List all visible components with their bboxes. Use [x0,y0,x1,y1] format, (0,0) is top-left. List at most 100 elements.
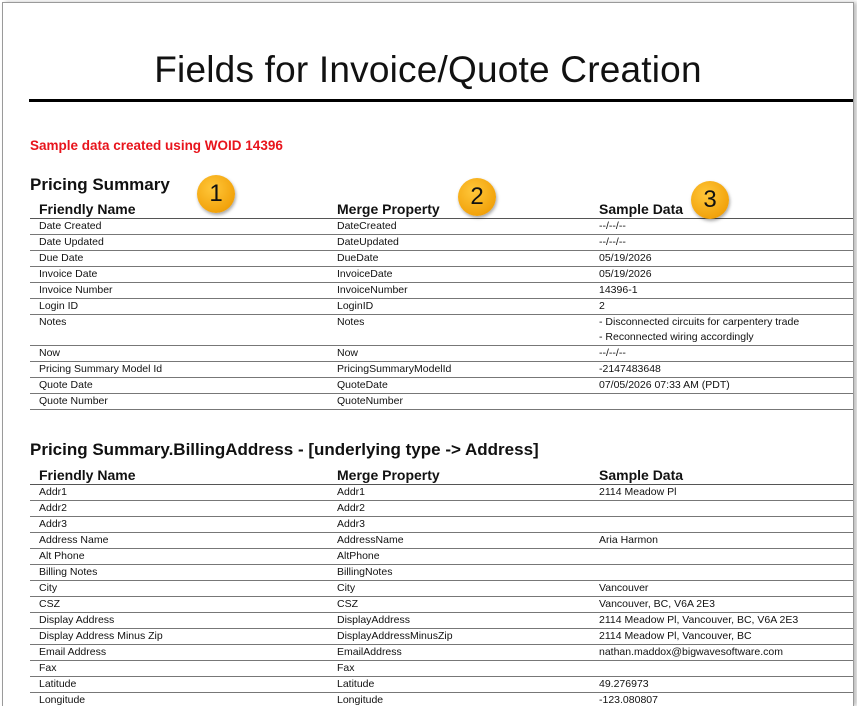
sample-data-line: Vancouver, BC, V6A 2E3 [599,597,854,612]
sample-data-cell [590,661,854,677]
table-row: Quote DateQuoteDate 07/05/2026 07:33 AM (… [30,378,854,394]
merge-property-cell: LoginID [328,299,590,315]
merge-property-cell: QuoteNumber [328,394,590,410]
sample-data-cell: -2147483648 [590,362,854,378]
friendly-name-cell: Login ID [30,299,328,315]
sample-data-line: 2 [599,299,854,314]
friendly-name-cell: Addr3 [30,517,328,533]
sample-data-line: 07/05/2026 07:33 AM (PDT) [599,378,854,393]
sample-data-cell: 14396-1 [590,283,854,299]
sample-data-line: 05/19/2026 [599,251,854,266]
merge-property-cell: City [328,581,590,597]
table-row: Date CreatedDateCreated--/--/-- [30,219,854,235]
title-underline [29,99,853,102]
sample-data-line: Aria Harmon [599,533,854,548]
table-row: FaxFax [30,661,854,677]
sample-data-line: 14396-1 [599,283,854,298]
column-header-merge-property: Merge Property [328,466,590,485]
table-row: Display AddressDisplayAddress2114 Meadow… [30,613,854,629]
sample-data-cell: 05/19/2026 [590,251,854,267]
column-header-sample-data: Sample Data [590,466,854,485]
column-header-friendly-name: Friendly Name [30,466,328,485]
sample-data-line: -2147483648 [599,362,854,377]
merge-property-cell: PricingSummaryModelId [328,362,590,378]
pricing-summary-table: Friendly Name Merge Property Sample Data… [30,200,854,410]
sample-data-cell [590,501,854,517]
sample-data-cell: Aria Harmon [590,533,854,549]
table-row: LatitudeLatitude49.276973 [30,677,854,693]
callout-badge-3: 3 [691,181,729,219]
friendly-name-cell: Date Created [30,219,328,235]
friendly-name-cell: Quote Date [30,378,328,394]
sample-data-cell: 07/05/2026 07:33 AM (PDT) [590,378,854,394]
merge-property-cell: Latitude [328,677,590,693]
table-row: Date UpdatedDateUpdated--/--/-- [30,235,854,251]
sample-data-line: - Reconnected wiring accordingly [599,330,854,345]
document-title: Fields for Invoice/Quote Creation [3,49,853,91]
sample-data-line: 2114 Meadow Pl, Vancouver, BC [599,629,854,644]
friendly-name-cell: Addr1 [30,485,328,501]
merge-property-cell: BillingNotes [328,565,590,581]
sample-data-cell: 05/19/2026 [590,267,854,283]
callout-badge-2: 2 [458,178,496,216]
sample-data-line: Vancouver [599,581,854,596]
friendly-name-cell: Addr2 [30,501,328,517]
sample-data-cell [590,517,854,533]
merge-property-cell: Addr3 [328,517,590,533]
merge-property-cell: Addr1 [328,485,590,501]
merge-property-cell: DueDate [328,251,590,267]
sample-data-line: --/--/-- [599,235,854,250]
friendly-name-cell: Display Address Minus Zip [30,629,328,645]
sample-data-cell: nathan.maddox@bigwavesoftware.com [590,645,854,661]
merge-property-cell: DisplayAddress [328,613,590,629]
merge-property-cell: DateUpdated [328,235,590,251]
sample-data-note: Sample data created using WOID 14396 [30,138,283,153]
table-row: Addr1Addr1 2114 Meadow Pl [30,485,854,501]
sample-data-line: --/--/-- [599,219,854,234]
column-header-friendly-name: Friendly Name [30,200,328,219]
friendly-name-cell: Fax [30,661,328,677]
friendly-name-cell: Invoice Date [30,267,328,283]
table-header-row: Friendly Name Merge Property Sample Data [30,200,854,219]
sample-data-cell [590,394,854,410]
merge-property-cell: Addr2 [328,501,590,517]
table-row: Invoice NumberInvoiceNumber14396-1 [30,283,854,299]
callout-badge-1: 1 [197,175,235,213]
friendly-name-cell: Billing Notes [30,565,328,581]
sample-data-cell [590,565,854,581]
table-row: NowNow--/--/-- [30,346,854,362]
table-row: Addr3Addr3 [30,517,854,533]
pricing-summary-rows: Date CreatedDateCreated--/--/--Date Upda… [30,219,854,410]
sample-data-line: --/--/-- [599,346,854,361]
merge-property-cell: Fax [328,661,590,677]
table-row: Due DateDueDate05/19/2026 [30,251,854,267]
table-row: Alt PhoneAltPhone [30,549,854,565]
sample-data-cell: --/--/-- [590,235,854,251]
table-row: Billing NotesBillingNotes [30,565,854,581]
table-row: Quote NumberQuoteNumber [30,394,854,410]
sample-data-cell: 2114 Meadow Pl [590,485,854,501]
friendly-name-cell: Alt Phone [30,549,328,565]
pricing-summary-heading: Pricing Summary [30,175,170,195]
sample-data-cell: 2114 Meadow Pl, Vancouver, BC, V6A 2E3 [590,613,854,629]
sample-data-line: -123.080807 [599,693,854,706]
merge-property-cell: CSZ [328,597,590,613]
friendly-name-cell: Address Name [30,533,328,549]
sample-data-line: 49.276973 [599,677,854,692]
sample-data-cell: - Disconnected circuits for carpentery t… [590,315,854,346]
sample-data-cell: --/--/-- [590,219,854,235]
sample-data-cell: -123.080807 [590,693,854,706]
table-row: Email AddressEmailAddressnathan.maddox@b… [30,645,854,661]
merge-property-cell: QuoteDate [328,378,590,394]
sample-data-cell: --/--/-- [590,346,854,362]
table-row: Pricing Summary Model IdPricingSummaryMo… [30,362,854,378]
friendly-name-cell: Pricing Summary Model Id [30,362,328,378]
friendly-name-cell: Now [30,346,328,362]
friendly-name-cell: Invoice Number [30,283,328,299]
sample-data-line: - Disconnected circuits for carpentery t… [599,315,854,330]
sample-data-line: 2114 Meadow Pl [599,485,854,500]
table-row: LongitudeLongitude-123.080807 [30,693,854,706]
table-row: Addr2Addr2 [30,501,854,517]
sample-data-cell: Vancouver, BC, V6A 2E3 [590,597,854,613]
friendly-name-cell: City [30,581,328,597]
